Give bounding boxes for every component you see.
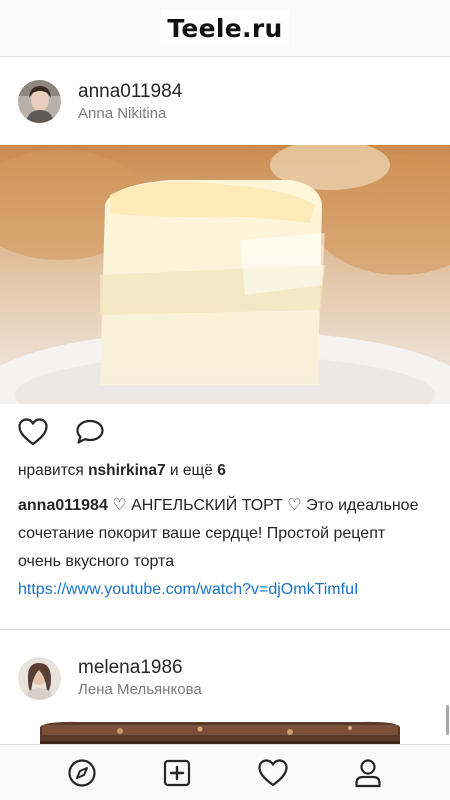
compass-icon: [68, 758, 96, 787]
likes-user[interactable]: nshirkina7: [88, 462, 166, 479]
heart-outline-icon: [258, 758, 288, 786]
heart-icon: [18, 418, 48, 446]
post-card: anna011984 Anna Nikitina нравится nshirk…: [0, 58, 450, 630]
plus-square-icon: [164, 759, 191, 786]
caption-author[interactable]: anna011984: [18, 497, 108, 514]
comment-icon: [76, 419, 104, 444]
person-icon: [355, 758, 381, 787]
likes-summary: нравится nshirkina7 и ещё 6: [0, 460, 450, 482]
post-header: anna011984 Anna Nikitina: [0, 58, 450, 145]
post-fullname: Anna Nikitina: [78, 104, 167, 122]
post-card: melena1986 Лена Мельянкова: [0, 631, 450, 744]
likes-middle: и ещё: [169, 462, 213, 479]
post-header: melena1986 Лена Мельянкова: [0, 631, 450, 721]
comment-button[interactable]: [74, 416, 106, 448]
post-photo[interactable]: [0, 721, 450, 744]
likes-count[interactable]: 6: [217, 462, 226, 479]
post-username[interactable]: melena1986: [78, 657, 202, 679]
like-button[interactable]: [17, 416, 49, 448]
post-username[interactable]: anna011984: [78, 81, 182, 103]
avatar[interactable]: [18, 80, 61, 123]
caption-link[interactable]: https://www.youtube.com/watch?v=djOmkTim…: [18, 581, 358, 598]
top-bar: Teele.ru: [0, 0, 450, 57]
avatar[interactable]: [18, 656, 61, 700]
nav-add-button[interactable]: [159, 755, 195, 791]
nav-profile-button[interactable]: [350, 755, 386, 791]
scrollbar-thumb[interactable]: [446, 705, 449, 735]
post-fullname: Лена Мельянкова: [78, 681, 202, 698]
likes-prefix: нравится: [18, 462, 84, 479]
post-photo[interactable]: [0, 145, 450, 404]
bottom-nav: [0, 744, 450, 800]
post-actions: [0, 404, 450, 460]
nav-explore-button[interactable]: [64, 755, 100, 791]
app-logo[interactable]: Teele.ru: [161, 9, 289, 47]
feed[interactable]: anna011984 Anna Nikitina нравится nshirk…: [0, 58, 450, 744]
post-caption: anna011984 ♡ АНГЕЛЬСКИЙ ТОРТ ♡ Это идеал…: [0, 482, 450, 629]
nav-activity-button[interactable]: [255, 755, 291, 791]
